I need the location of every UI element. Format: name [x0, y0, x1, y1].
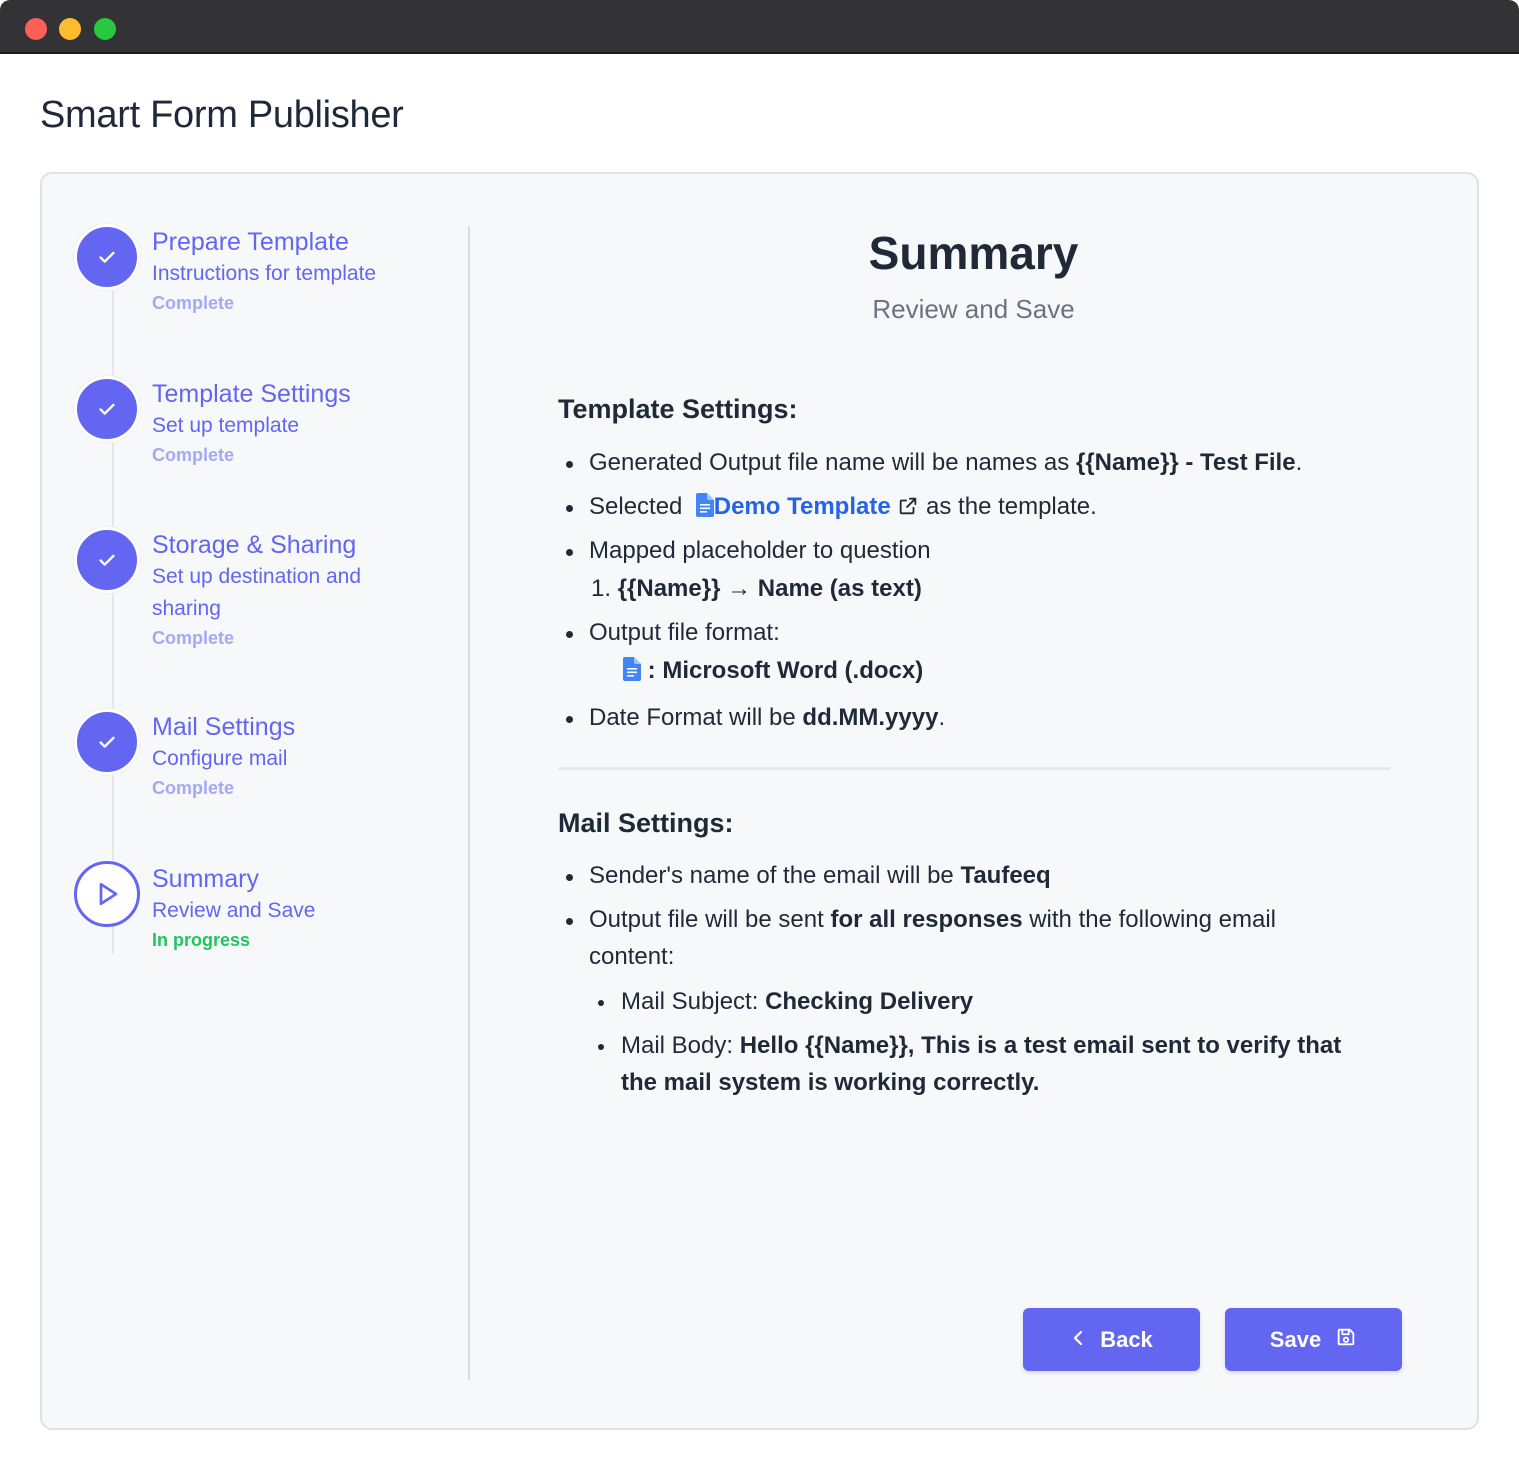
- output-suffix: with the following email: [1029, 906, 1277, 933]
- body-label: Mail Body:: [621, 1032, 734, 1059]
- check-icon: [74, 376, 140, 442]
- page-title: Summary: [868, 227, 1079, 279]
- play-icon: [74, 861, 140, 927]
- mail-body-item: Mail Body: Hello {{Name}}, This is a tes…: [621, 1027, 1421, 1101]
- template-settings-heading: Template Settings:: [558, 394, 798, 424]
- output-name-suffix: .: [1295, 449, 1303, 476]
- step-status: Complete: [152, 628, 235, 648]
- step-title: Template Settings: [152, 380, 351, 408]
- date-suffix: .: [938, 704, 946, 731]
- selected-template-item: Selected Demo Template as the template.: [589, 488, 1097, 528]
- step-title: Mail Settings: [152, 713, 296, 741]
- mapping-number: 1.: [591, 575, 612, 602]
- back-button-label: Back: [1100, 1326, 1153, 1352]
- page-subtitle: Review and Save: [872, 294, 1075, 324]
- close-window-button[interactable]: [25, 18, 47, 40]
- arrow-right-icon: →: [727, 575, 752, 602]
- save-button[interactable]: Save: [1225, 1308, 1402, 1371]
- section-divider: [558, 767, 1390, 770]
- output-prefix: Output file will be sent: [589, 906, 824, 933]
- mapping-question: Name (as text): [757, 575, 922, 602]
- vertical-divider: [468, 226, 470, 1380]
- output-format-item: Output file format:: [589, 614, 780, 651]
- bullet-dot: [566, 874, 573, 881]
- step-subtitle: Review and Save: [152, 899, 316, 922]
- floppy-disk-icon: [1335, 1326, 1357, 1354]
- minimize-window-button[interactable]: [59, 18, 81, 40]
- step-subtitle: Set up template: [152, 414, 300, 437]
- demo-template-link[interactable]: Demo Template: [714, 493, 891, 520]
- date-format-item: Date Format will be dd.MM.yyyy.: [589, 699, 945, 736]
- sender-value: Taufeeq: [960, 862, 1051, 889]
- mapping-placeholder: {{Name}}: [617, 575, 721, 602]
- bullet-dot: [598, 1000, 604, 1006]
- output-sent-item: Output file will be sent for all respons…: [589, 901, 1379, 975]
- output-value: for all responses: [830, 906, 1023, 933]
- date-prefix: Date Format will be: [589, 704, 796, 731]
- step-title: Summary: [152, 865, 259, 893]
- check-icon: [74, 527, 140, 593]
- step-status: In progress: [152, 930, 251, 950]
- external-link-icon[interactable]: [897, 491, 919, 528]
- mapping-row: 1. {{Name}} → Name (as text): [591, 570, 922, 607]
- body-value-line2: the mail system is working correctly.: [621, 1069, 1040, 1096]
- check-icon: [74, 224, 140, 290]
- mapped-label: Mapped placeholder to question: [589, 537, 931, 564]
- bullet-dot: [566, 918, 573, 925]
- bullet-dot: [566, 716, 573, 723]
- date-value: dd.MM.yyyy: [802, 704, 939, 731]
- save-button-label: Save: [1269, 1326, 1322, 1352]
- window-titlebar: [0, 0, 1519, 54]
- mail-settings-heading: Mail Settings:: [558, 808, 734, 838]
- word-document-icon: [623, 655, 641, 692]
- bullet-dot: [566, 505, 573, 512]
- format-value: : Microsoft Word (.docx): [647, 657, 924, 684]
- step-status: Complete: [152, 778, 235, 798]
- step-subtitle: Instructions for template: [152, 262, 377, 285]
- step-title: Storage & Sharing: [152, 531, 357, 559]
- app-title: Smart Form Publisher: [40, 94, 404, 136]
- back-button[interactable]: Back: [1023, 1308, 1200, 1371]
- subject-value: Checking Delivery: [765, 988, 974, 1015]
- bullet-dot: [566, 631, 573, 638]
- bullet-dot: [598, 1044, 604, 1050]
- output-name-item: Generated Output file name will be names…: [589, 444, 1302, 481]
- sender-prefix: Sender's name of the email will be: [589, 862, 954, 889]
- step-title: Prepare Template: [152, 228, 349, 256]
- step-status: Complete: [152, 445, 235, 465]
- maximize-window-button[interactable]: [94, 18, 116, 40]
- body-value: Hello {{Name}}, This is a test email sen…: [739, 1032, 1342, 1059]
- bullet-dot: [566, 549, 573, 556]
- step-subtitle: Configure mail: [152, 747, 288, 770]
- output-name-value: {{Name}} - Test File: [1075, 449, 1296, 476]
- output-suffix-line2: content:: [589, 943, 675, 970]
- chevron-left-icon: [1070, 1327, 1086, 1353]
- mail-subject-item: Mail Subject: Checking Delivery: [621, 983, 973, 1020]
- subject-label: Mail Subject:: [621, 988, 759, 1015]
- wizard-card: Prepare Template Instructions for templa…: [40, 172, 1479, 1430]
- selected-prefix: Selected: [589, 493, 683, 520]
- sender-name-item: Sender's name of the email will be Taufe…: [589, 857, 1051, 894]
- bullet-dot: [566, 461, 573, 468]
- output-format-value: : Microsoft Word (.docx): [623, 652, 923, 692]
- google-docs-icon: [695, 491, 714, 528]
- output-name-prefix: Generated Output file name will be names…: [589, 449, 1070, 476]
- format-label: Output file format:: [589, 619, 780, 646]
- step-status: Complete: [152, 293, 235, 313]
- mapped-placeholder-item: Mapped placeholder to question: [589, 532, 931, 569]
- check-icon: [74, 709, 140, 775]
- step-subtitle: Set up destination and sharing: [152, 565, 361, 620]
- selected-suffix: as the template.: [926, 493, 1097, 520]
